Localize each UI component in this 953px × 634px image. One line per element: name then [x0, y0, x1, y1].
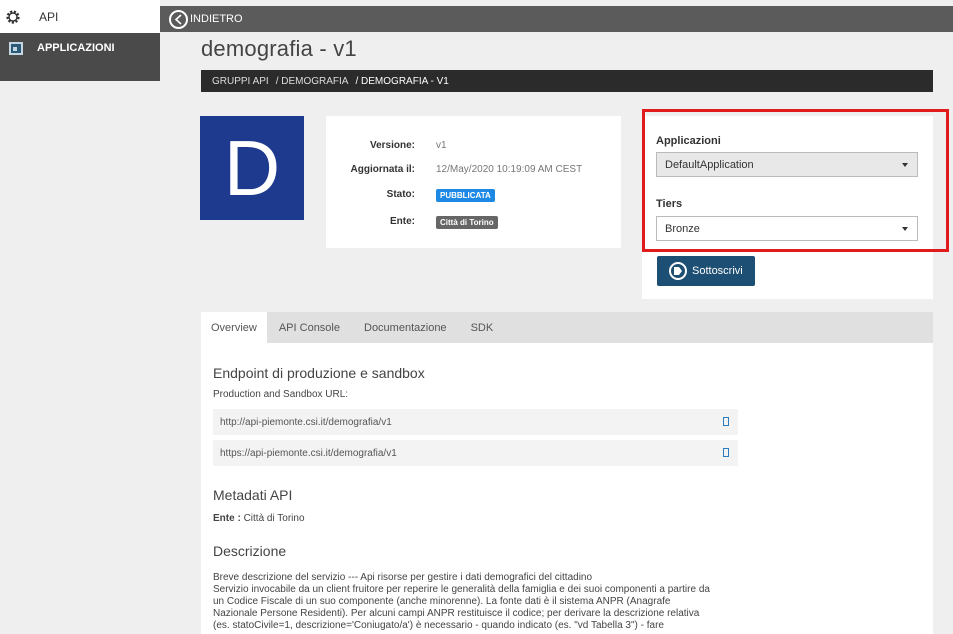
breadcrumb-item[interactable]: GRUPPI API: [212, 76, 269, 87]
application-icon: [9, 42, 23, 55]
updated-value: 12/May/2020 10:19:09 AM CEST: [436, 164, 583, 175]
production-url: http://api-piemonte.csi.it/demografia/v1: [213, 409, 738, 435]
tag-icon: [669, 262, 687, 280]
sidebar-item-applicazioni[interactable]: APPLICAZIONI: [0, 33, 160, 81]
description-line: un Codice Fiscale di un suo componente (…: [213, 596, 671, 607]
top-bar: INDIETRO: [160, 6, 953, 32]
sidebar-item-api[interactable]: API: [0, 0, 160, 33]
url-text: http://api-piemonte.csi.it/demografia/v1: [220, 416, 392, 428]
description-line: Nazionale Persone Residenti). Per alcuni…: [213, 608, 700, 619]
applications-select[interactable]: DefaultApplication: [656, 152, 918, 177]
chevron-down-icon: [902, 163, 908, 167]
page-root: API APPLICAZIONI INDIETRO demografia - v…: [0, 0, 953, 634]
api-logo: D: [200, 116, 304, 220]
breadcrumb-item[interactable]: / DEMOGRAFIA: [276, 76, 349, 87]
description-title: Descrizione: [213, 543, 287, 559]
subscribe-button-label: Sottoscrivi: [692, 265, 743, 277]
metadata-title: Metadati API: [213, 487, 293, 503]
tiers-label: Tiers: [656, 198, 683, 210]
status-badge: PUBBLICATA: [436, 189, 495, 202]
endpoint-subtitle: Production and Sandbox URL:: [213, 389, 349, 400]
description-text: Breve descrizione del servizio --- Api r…: [213, 572, 743, 632]
tab-sdk[interactable]: SDK: [459, 312, 506, 343]
description-line: Servizio invocabile da un client fruitor…: [213, 584, 710, 595]
gear-icon: [6, 9, 20, 24]
copy-icon[interactable]: [723, 448, 729, 457]
updated-label: Aggiornata il:: [350, 164, 415, 175]
back-link[interactable]: INDIETRO: [190, 13, 243, 25]
tab-api-console[interactable]: API Console: [267, 312, 352, 343]
breadcrumb-current: / DEMOGRAFIA - V1: [355, 75, 449, 87]
copy-icon[interactable]: [723, 417, 729, 426]
tab-overview[interactable]: Overview: [201, 312, 267, 343]
version-label: Versione:: [369, 140, 415, 151]
endpoint-title: Endpoint di produzione e sandbox: [213, 365, 425, 381]
sidebar-item-label: API: [39, 9, 59, 24]
metadata-ente-label: Ente :: [213, 513, 241, 524]
tab-documentazione[interactable]: Documentazione: [352, 312, 459, 343]
metadata-ente-value: Città di Torino: [243, 513, 305, 524]
ente-label: Ente:: [390, 216, 415, 227]
url-text: https://api-piemonte.csi.it/demografia/v…: [220, 447, 397, 459]
version-value: v1: [436, 140, 447, 151]
sidebar: API APPLICAZIONI: [0, 0, 160, 634]
metadata-ente: Ente : Città di Torino: [213, 513, 305, 524]
sandbox-url: https://api-piemonte.csi.it/demografia/v…: [213, 440, 738, 466]
tiers-select[interactable]: Bronze: [656, 216, 918, 241]
status-label: Stato:: [386, 189, 415, 200]
tab-bar: Overview API Console Documentazione SDK: [201, 312, 933, 343]
back-icon[interactable]: [169, 9, 188, 29]
chevron-down-icon: [902, 227, 908, 231]
description-line: Breve descrizione del servizio --- Api r…: [213, 572, 593, 583]
tiers-selected: Bronze: [665, 222, 700, 235]
sidebar-item-label: APPLICAZIONI: [37, 42, 115, 54]
description-line: (es. statoCivile=1, descrizione='Coniuga…: [213, 620, 664, 631]
ente-badge: Città di Torino: [436, 216, 498, 229]
applications-label: Applicazioni: [656, 135, 721, 147]
subscribe-button[interactable]: Sottoscrivi: [657, 256, 755, 286]
applications-selected: DefaultApplication: [665, 158, 754, 171]
api-info-card: Versione: v1 Aggiornata il: 12/May/2020 …: [326, 116, 621, 248]
breadcrumb: GRUPPI API / DEMOGRAFIA / DEMOGRAFIA - V…: [201, 70, 933, 92]
page-title: demografia - v1: [201, 36, 357, 61]
